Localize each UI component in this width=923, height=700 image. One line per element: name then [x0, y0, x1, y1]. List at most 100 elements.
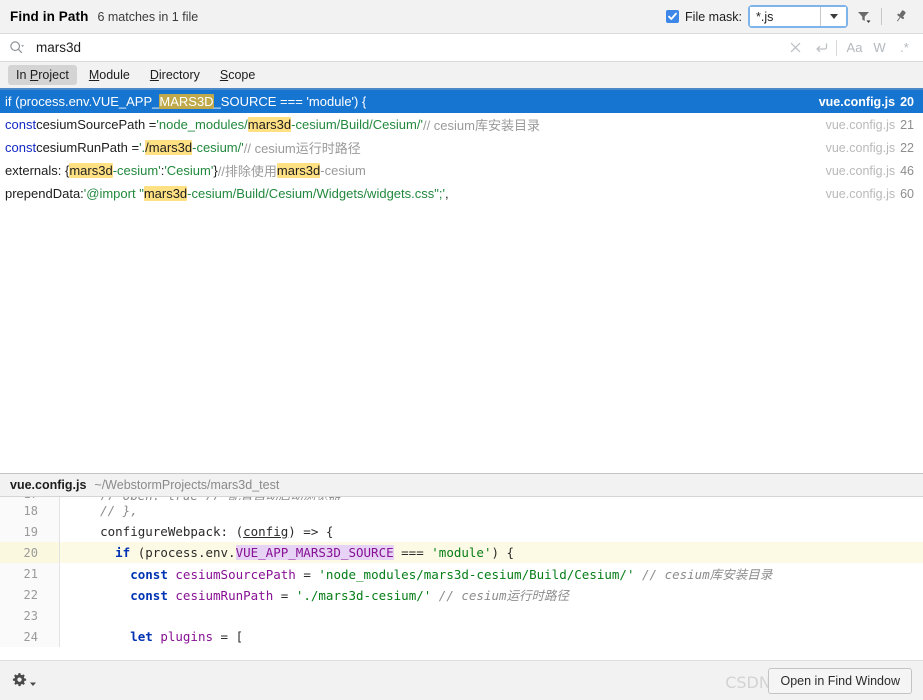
tab-directory[interactable]: Directory [142, 65, 208, 85]
result-row[interactable]: const cesiumRunPath = './mars3d -cesium/'… [0, 136, 923, 159]
preview-file-path: ~/WebstormProjects/mars3d_test [94, 478, 280, 492]
code-token: = [ [213, 629, 244, 644]
code-token: = [273, 588, 296, 603]
result-code: externals: { mars3d -cesium': 'Cesium' } … [5, 161, 366, 180]
filter-button[interactable] [848, 4, 878, 30]
result-line-number: 46 [900, 163, 914, 178]
code-segment: -cesium/Build/Cesium/' [291, 117, 423, 132]
pin-button[interactable] [885, 4, 915, 30]
code-token: cesiumRunPath [175, 588, 274, 603]
search-icon[interactable] [9, 40, 24, 55]
code-token: ) => { [288, 524, 334, 539]
code-segment: '@import " [83, 186, 144, 201]
result-location: vue.config.js 21 [826, 118, 923, 132]
code-segment: -cesium/' [192, 140, 244, 155]
result-file-name: vue.config.js [825, 117, 896, 132]
tab-in-project[interactable]: In Project [8, 65, 77, 85]
fold-gutter[interactable] [47, 542, 60, 563]
fold-gutter[interactable] [47, 605, 60, 626]
file-mask-checkbox[interactable] [666, 10, 680, 23]
settings-button[interactable] [11, 672, 37, 689]
result-file-name: vue.config.js [825, 186, 896, 201]
line-number: 22 [0, 584, 47, 605]
result-row[interactable]: prependData: '@import " mars3d -cesium/Bui… [0, 182, 923, 205]
code-token: === [393, 545, 432, 560]
dialog-title-bar: Find in Path 6 matches in 1 file File ma… [0, 0, 923, 33]
result-file-name: vue.config.js [818, 94, 896, 109]
file-mask-combo[interactable]: *.js [748, 5, 848, 28]
code-token: config [243, 524, 289, 539]
code-preview[interactable]: 17 // open: true // 配置自动启动浏览器18 // },19 … [0, 497, 923, 660]
file-mask-input[interactable]: *.js [750, 7, 820, 26]
editor-line[interactable]: 18 // }, [0, 500, 923, 521]
result-line-number: 21 [900, 117, 914, 132]
matches-summary: 6 matches in 1 file [97, 9, 199, 24]
editor-line[interactable]: 24 let plugins = [ [0, 626, 923, 647]
clear-icon [790, 42, 800, 53]
new-line-button[interactable] [808, 36, 834, 60]
code-segment: 'node_modules/ [156, 117, 248, 132]
code-segment: const [5, 117, 37, 132]
editor-line[interactable]: 21 const cesiumSourcePath = 'node_module… [0, 563, 923, 584]
code-segment: //排除使用 [217, 164, 277, 179]
whole-words-toggle[interactable]: W [867, 40, 892, 55]
code-segment: cesiumRunPath = [36, 140, 140, 155]
editor-line[interactable]: 19 configureWebpack: (config) => { [0, 521, 923, 542]
regex-toggle[interactable]: .* [892, 40, 917, 55]
find-in-path-dialog: Find in Path 6 matches in 1 file File ma… [0, 0, 923, 700]
code-token: plugins [160, 629, 214, 644]
editor-line[interactable]: 20 if (process.env.VUE_APP_MARS3D_SOURCE… [0, 542, 923, 563]
dialog-footer: CSDN @教练,我想打篮球 Open in Find Window [0, 660, 923, 700]
editor-code: // open: true // 配置自动启动浏览器 [60, 497, 340, 500]
fold-gutter[interactable] [47, 626, 60, 647]
match-highlight: /mars3d [145, 140, 193, 155]
result-row[interactable]: externals: { mars3d -cesium': 'Cesium' } … [0, 159, 923, 182]
result-location: vue.config.js 60 [826, 187, 923, 201]
search-input[interactable]: mars3d [36, 40, 81, 55]
result-code: if (process.env.VUE_APP_ MARS3D _SOURCE ==… [5, 94, 366, 109]
scope-tabs: In Project Module Directory Scope [0, 62, 923, 90]
open-in-find-window-button[interactable]: Open in Find Window [768, 667, 912, 694]
tab-module[interactable]: Module [81, 65, 138, 85]
new-line-icon [815, 42, 827, 52]
result-row[interactable]: const cesiumSourcePath = 'node_modules/m… [0, 113, 923, 136]
code-segment: 'Cesium' [164, 163, 214, 178]
editor-line[interactable]: 22 const cesiumRunPath = './mars3d-cesiu… [0, 584, 923, 605]
chevron-down-icon [30, 682, 36, 686]
search-bar[interactable]: mars3d Aa W .* [0, 33, 923, 62]
page-title: Find in Path [10, 9, 89, 24]
fold-gutter[interactable] [47, 500, 60, 521]
result-line-number: 22 [900, 140, 914, 155]
result-code: const cesiumRunPath = './mars3d -cesium/'… [5, 138, 361, 157]
code-token: './mars3d-cesium/' [295, 588, 432, 603]
code-segment: // cesium库安装目录 [422, 118, 540, 133]
clear-search-button[interactable] [782, 36, 808, 60]
line-number: 18 [0, 500, 47, 521]
result-file-name: vue.config.js [825, 163, 896, 178]
search-results-list[interactable]: if (process.env.VUE_APP_ MARS3D _SOURCE ==… [0, 90, 923, 473]
toolbar-divider [881, 8, 882, 25]
result-code: prependData: '@import " mars3d -cesium/Bui… [5, 186, 449, 201]
result-row[interactable]: if (process.env.VUE_APP_ MARS3D _SOURCE ==… [0, 90, 923, 113]
code-token: configureWebpack: ( [70, 524, 244, 539]
editor-line[interactable]: 23 [0, 605, 923, 626]
tab-scope[interactable]: Scope [212, 65, 263, 85]
file-mask-dropdown-button[interactable] [820, 7, 846, 26]
editor-code: const cesiumSourcePath = 'node_modules/m… [60, 564, 772, 583]
result-line-number: 20 [900, 94, 914, 109]
result-location: vue.config.js 20 [819, 95, 923, 109]
match-case-toggle[interactable]: Aa [842, 40, 867, 55]
line-number: 19 [0, 521, 47, 542]
code-segment: _SOURCE === 'module') { [213, 94, 367, 109]
editor-code: if (process.env.VUE_APP_MARS3D_SOURCE ==… [60, 545, 514, 560]
preview-file-name: vue.config.js [10, 478, 87, 492]
fold-gutter[interactable] [47, 563, 60, 584]
fold-gutter[interactable] [47, 584, 60, 605]
result-line-number: 60 [900, 186, 914, 201]
gear-icon [12, 673, 27, 687]
code-token: const [130, 567, 168, 582]
fold-gutter[interactable] [47, 521, 60, 542]
code-token: = [295, 567, 319, 582]
